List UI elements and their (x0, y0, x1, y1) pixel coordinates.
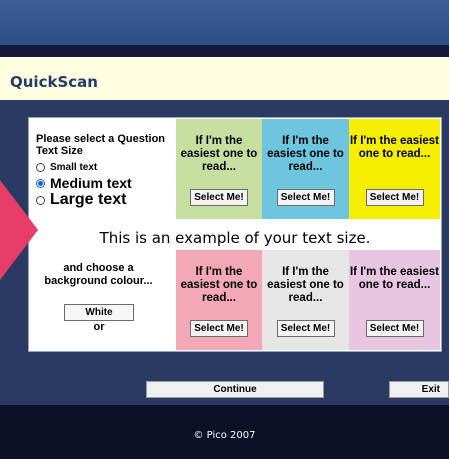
swatch-sample-text: If I'm the easiest one to read... (349, 135, 440, 160)
or-label: or (93, 321, 105, 333)
swatch-sample-text: If I'm the easiest one to read... (267, 266, 344, 304)
swatch-sample-text: If I'm the easiest one to read... (349, 266, 440, 291)
top-banner (0, 0, 449, 45)
swatch-yellow: If I'm the easiest one to read... Select… (349, 119, 440, 219)
continue-button[interactable]: Continue (146, 381, 324, 398)
text-size-heading: Please select a Question Text Size (36, 133, 166, 157)
swatch-sample-text: If I'm the easiest one to read... (267, 135, 344, 173)
background-heading: and choose a background colour... (44, 262, 153, 287)
page-title: QuickScan (10, 73, 98, 91)
radio-small-indicator[interactable] (36, 163, 45, 172)
select-blue-button[interactable]: Select Me! (276, 189, 335, 206)
white-button[interactable]: White (64, 304, 134, 321)
swatch-pink: If I'm the easiest one to read... Select… (176, 250, 262, 350)
swatch-sample-text: If I'm the easiest one to read... (180, 266, 258, 304)
swatch-blue: If I'm the easiest one to read... Select… (262, 119, 349, 219)
select-pink-button[interactable]: Select Me! (190, 320, 248, 337)
swatch-lilac: If I'm the easiest one to read... Select… (349, 250, 440, 350)
copyright-text: © Pico 2007 (193, 430, 256, 441)
exit-button[interactable]: Exit (389, 381, 449, 398)
radio-large-text[interactable]: Large text (36, 191, 126, 209)
select-green-button[interactable]: Select Me! (190, 189, 248, 206)
radio-large-indicator[interactable] (36, 195, 45, 205)
select-grey-button[interactable]: Select Me! (276, 320, 335, 337)
radio-medium-text[interactable]: Medium text (36, 175, 132, 191)
radio-small-text[interactable]: Small text (36, 162, 97, 173)
radio-medium-indicator[interactable] (36, 178, 45, 188)
radio-medium-label: Medium text (50, 175, 132, 191)
radio-large-label: Large text (50, 191, 127, 208)
swatch-grey: If I'm the easiest one to read... Select… (262, 250, 349, 350)
banner-strip (0, 45, 449, 57)
example-text: This is an example of your text size. (99, 229, 371, 247)
swatch-sample-text: If I'm the easiest one to read... (180, 135, 258, 173)
select-lilac-button[interactable]: Select Me! (365, 320, 424, 337)
swatch-green: If I'm the easiest one to read... Select… (176, 119, 262, 219)
select-yellow-button[interactable]: Select Me! (365, 189, 424, 206)
radio-small-label: Small text (50, 162, 98, 173)
